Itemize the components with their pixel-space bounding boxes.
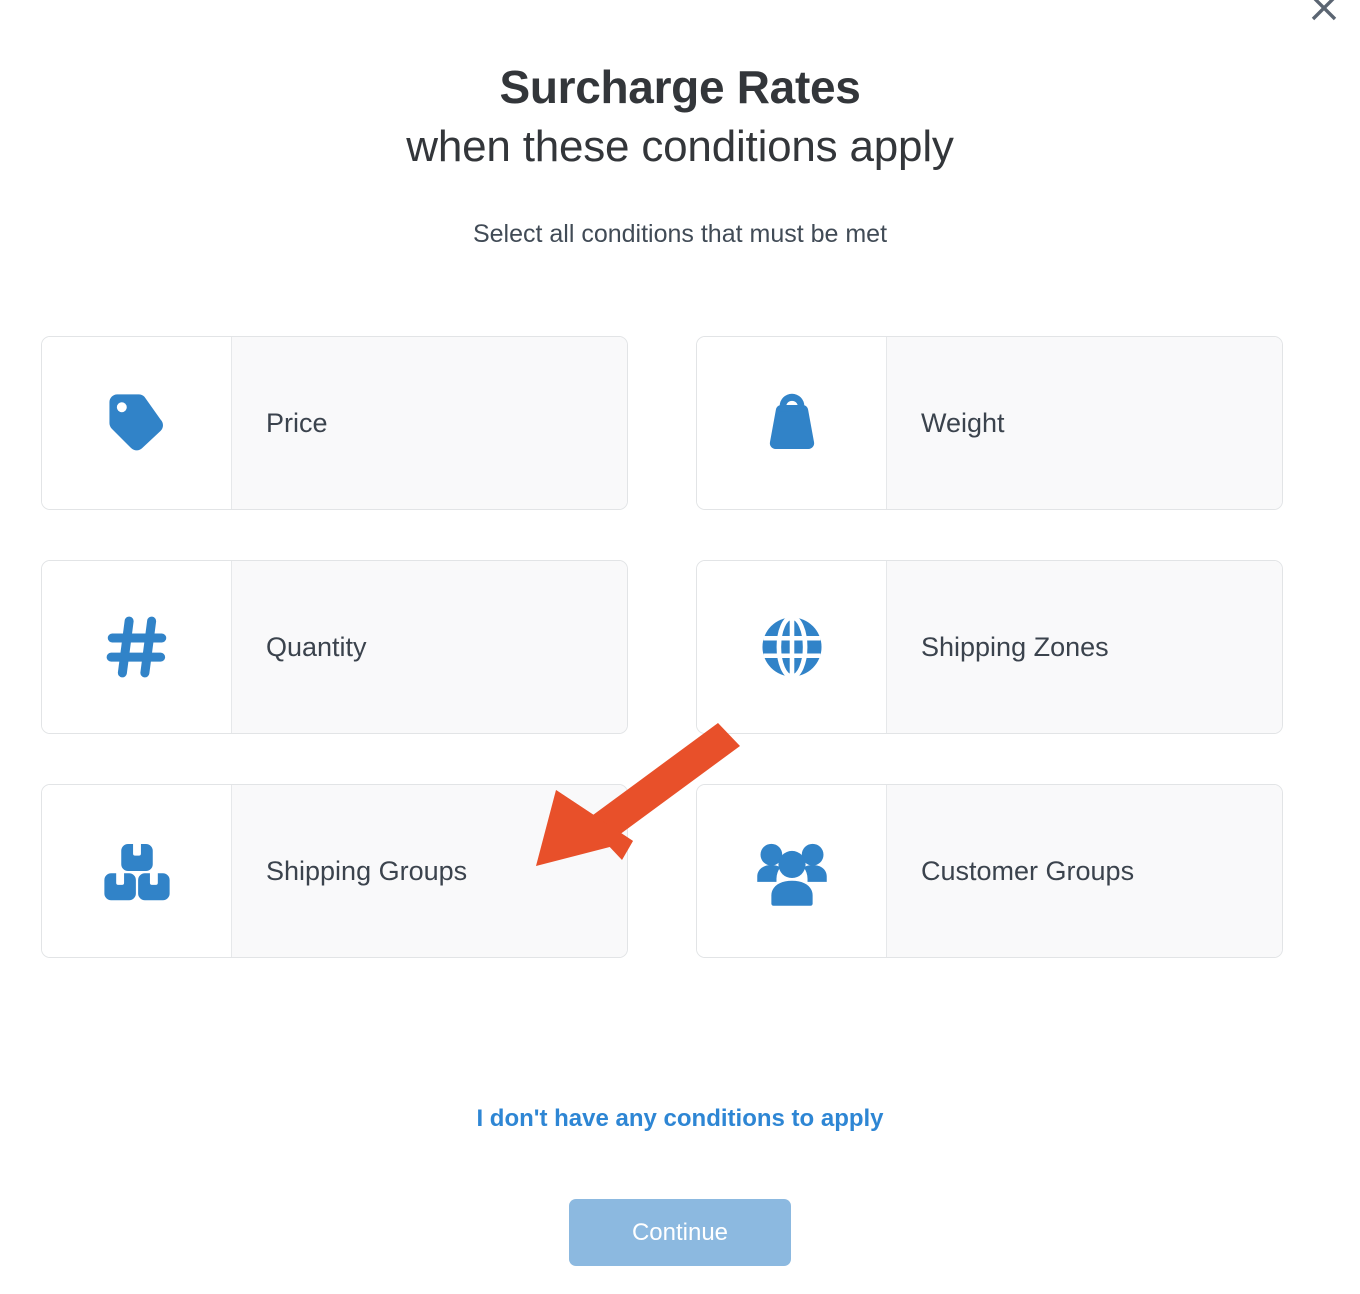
condition-option-label: Quantity: [266, 631, 367, 662]
condition-option-label: Shipping Zones: [921, 631, 1109, 662]
condition-option-quantity[interactable]: Quantity: [41, 560, 628, 734]
condition-option-weight[interactable]: Weight: [696, 336, 1283, 510]
dialog-title: Surcharge Rates: [499, 61, 861, 113]
condition-option-label: Weight: [921, 407, 1005, 438]
globe-icon: [697, 561, 887, 733]
close-icon: [1309, 0, 1339, 23]
continue-button[interactable]: Continue: [569, 1199, 791, 1266]
condition-label-wrap: Shipping Groups: [232, 785, 627, 957]
dialog-instruction: Select all conditions that must be met: [472, 219, 888, 248]
boxes-icon: [42, 785, 232, 957]
condition-option-label: Price: [266, 407, 328, 438]
price-tag-icon: [42, 337, 232, 509]
condition-label-wrap: Quantity: [232, 561, 627, 733]
condition-option-shipping-groups[interactable]: Shipping Groups: [41, 784, 628, 958]
close-dialog-button[interactable]: [1302, 0, 1346, 30]
condition-label-wrap: Customer Groups: [887, 785, 1282, 957]
continue-button-wrap: Continue: [0, 1199, 1360, 1266]
condition-option-label: Customer Groups: [921, 855, 1135, 886]
condition-option-shipping-zones[interactable]: Shipping Zones: [696, 560, 1283, 734]
dialog-header: Surcharge Rates when these conditions ap…: [0, 0, 1360, 249]
condition-option-price[interactable]: Price: [41, 336, 628, 510]
people-group-icon: [697, 785, 887, 957]
condition-label-wrap: Weight: [887, 337, 1282, 509]
condition-label-wrap: Shipping Zones: [887, 561, 1282, 733]
condition-label-wrap: Price: [232, 337, 627, 509]
weight-icon: [697, 337, 887, 509]
condition-options-grid: Price Weight Quantity Shipping Zones Shi…: [41, 336, 1283, 958]
hash-icon: [42, 561, 232, 733]
dialog-subtitle-line: when these conditions apply: [406, 121, 954, 171]
condition-option-customer-groups[interactable]: Customer Groups: [696, 784, 1283, 958]
condition-option-label: Shipping Groups: [266, 855, 468, 886]
surcharge-rates-dialog: Surcharge Rates when these conditions ap…: [0, 0, 1360, 1294]
skip-conditions-link[interactable]: I don't have any conditions to apply: [0, 1105, 1360, 1133]
